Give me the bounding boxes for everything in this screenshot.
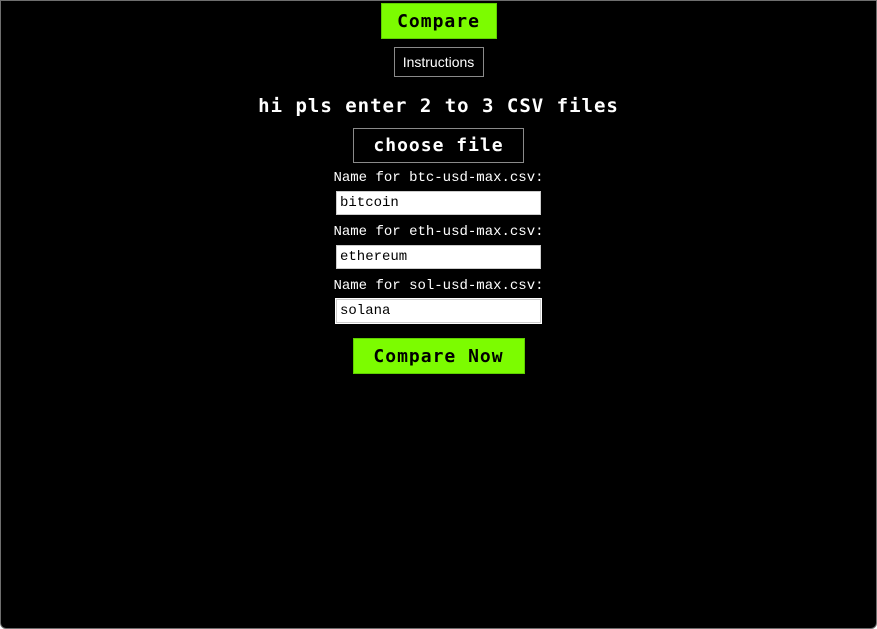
btc-name-label: Name for btc-usd-max.csv: [333,170,544,186]
field-label-row: Name for btc-usd-max.csv: [1,168,876,186]
compare-tab-row: Compare [1,3,876,39]
field-input-row [1,298,876,324]
choose-file-row: choose file [1,128,876,163]
field-label-row: Name for eth-usd-max.csv: [1,222,876,240]
heading-row: hi pls enter 2 to 3 CSV files [1,95,876,117]
sol-name-input[interactable] [335,298,542,324]
btc-name-input[interactable] [336,191,541,215]
field-label-row: Name for sol-usd-max.csv: [1,276,876,294]
app-window: Compare Instructions hi pls enter 2 to 3… [0,0,877,629]
eth-name-input[interactable] [336,245,541,269]
compare-now-button[interactable]: Compare Now [352,338,525,374]
eth-name-label: Name for eth-usd-max.csv: [333,224,544,240]
field-input-row [1,245,876,269]
field-input-row [1,191,876,215]
page-heading: hi pls enter 2 to 3 CSV files [258,95,619,117]
instructions-button[interactable]: Instructions [393,47,484,77]
sol-name-label: Name for sol-usd-max.csv: [333,278,544,294]
instructions-row: Instructions [1,47,876,77]
compare-now-row: Compare Now [1,338,876,374]
compare-tab-button[interactable]: Compare [380,3,497,39]
choose-file-button[interactable]: choose file [353,128,524,163]
